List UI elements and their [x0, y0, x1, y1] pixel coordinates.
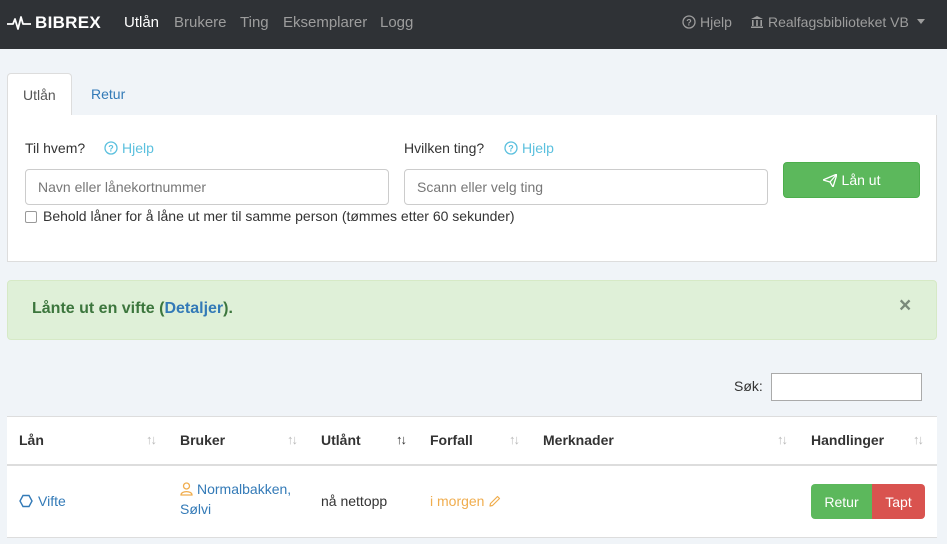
- nav-link-utlan[interactable]: Utlån: [124, 14, 159, 31]
- keep-borrower-label: Behold låner for å låne ut mer til samme…: [43, 208, 515, 224]
- question-circle-icon: ?: [104, 141, 118, 155]
- tab-retur[interactable]: Retur: [76, 73, 140, 116]
- tab-utlan[interactable]: Utlån: [7, 73, 72, 117]
- table-header: Lån ↑↓ Bruker ↑↓ Utlånt ↑↓ Forfall ↑↓ Me…: [7, 416, 937, 466]
- thing-input[interactable]: [404, 169, 768, 205]
- column-header-merknader[interactable]: Merknader: [543, 432, 614, 448]
- user-link[interactable]: Normalbakken, Sølvi: [180, 481, 291, 517]
- lend-panel: Utlån Retur Til hvem? ? Hjelp Hvilken ti…: [7, 73, 937, 262]
- alert-text-prefix: Lånte ut en vifte (: [32, 300, 165, 317]
- caret-down-icon: [916, 19, 925, 24]
- top-navbar: BIBREX Utlån Brukere Ting Eksemplarer Lo…: [0, 0, 947, 49]
- heartbeat-icon: [7, 15, 31, 30]
- paper-plane-icon: [822, 173, 837, 187]
- search-label: Søk:: [734, 378, 763, 394]
- due-date-edit[interactable]: i morgen: [430, 493, 501, 509]
- item-link[interactable]: Vifte: [19, 493, 66, 509]
- nav-help-link[interactable]: ? Hjelp: [682, 14, 732, 30]
- column-header-forfall[interactable]: Forfall: [430, 432, 473, 448]
- institution-icon: [751, 16, 763, 28]
- lend-form: Til hvem? ? Hjelp Hvilken ting? ? Hjelp …: [7, 115, 937, 262]
- user-name-line2: Sølvi: [180, 501, 212, 517]
- thing-help-link[interactable]: ? Hjelp: [504, 140, 554, 156]
- svg-text:?: ?: [108, 144, 114, 154]
- search-input[interactable]: [771, 373, 922, 401]
- nav-help-label: Hjelp: [700, 14, 732, 30]
- nav-link-brukere[interactable]: Brukere: [174, 14, 227, 31]
- brand-logo[interactable]: BIBREX: [7, 0, 101, 45]
- svg-text:?: ?: [508, 144, 514, 154]
- column-header-handlinger[interactable]: Handlinger: [811, 432, 884, 448]
- nav-link-ting[interactable]: Ting: [240, 14, 269, 31]
- sort-icon[interactable]: ↑↓: [777, 432, 788, 447]
- user-icon: [180, 482, 193, 496]
- alert-message: Lånte ut en vifte (Detaljer).: [32, 300, 233, 318]
- library-name: Realfagsbiblioteket VB: [768, 14, 909, 30]
- to-whom-label: Til hvem?: [25, 140, 86, 156]
- sort-icon[interactable]: ↑↓: [509, 432, 520, 447]
- sort-icon[interactable]: ↑↓: [146, 432, 157, 447]
- hexagon-icon: [19, 494, 33, 508]
- user-input[interactable]: [25, 169, 389, 205]
- due-date: i morgen: [430, 493, 485, 509]
- user-name-line1: Normalbakken,: [197, 481, 292, 497]
- sort-icon[interactable]: ↑↓: [287, 432, 298, 447]
- help-label: Hjelp: [522, 140, 554, 156]
- alert-text-suffix: ).: [223, 300, 233, 317]
- table-row: Vifte Normalbakken, Sølvi nå nettopp i m…: [7, 466, 937, 538]
- return-button[interactable]: Retur: [811, 484, 872, 519]
- lent-time: nå nettopp: [321, 493, 388, 509]
- lost-button[interactable]: Tapt: [872, 484, 925, 519]
- details-link[interactable]: Detaljer: [164, 300, 223, 317]
- question-circle-icon: ?: [504, 141, 518, 155]
- user-help-link[interactable]: ? Hjelp: [104, 140, 154, 156]
- thing-label: Hvilken ting?: [404, 140, 485, 156]
- column-header-lan[interactable]: Lån: [19, 432, 44, 448]
- library-dropdown[interactable]: Realfagsbiblioteket VB: [750, 14, 929, 30]
- item-name: Vifte: [38, 493, 66, 509]
- sort-icon[interactable]: ↑↓: [913, 432, 924, 447]
- lend-button[interactable]: Lån ut: [783, 162, 920, 198]
- close-icon[interactable]: ×: [899, 295, 911, 316]
- keep-borrower-checkbox[interactable]: [25, 211, 37, 223]
- sort-desc-icon[interactable]: ↑↓: [396, 432, 407, 447]
- tab-bar: Utlån Retur: [7, 73, 937, 117]
- nav-link-logg[interactable]: Logg: [380, 14, 413, 31]
- success-alert: Lånte ut en vifte (Detaljer). ×: [7, 280, 937, 340]
- brand-name: BIBREX: [35, 12, 102, 32]
- nav-link-eksemplarer[interactable]: Eksemplarer: [283, 14, 367, 31]
- svg-text:?: ?: [686, 18, 692, 28]
- lend-button-label: Lån ut: [841, 172, 881, 188]
- question-circle-icon: ?: [682, 15, 696, 29]
- help-label: Hjelp: [122, 140, 154, 156]
- column-header-utlant[interactable]: Utlånt: [321, 432, 361, 448]
- column-header-bruker[interactable]: Bruker: [180, 432, 225, 448]
- pencil-icon: [489, 495, 501, 507]
